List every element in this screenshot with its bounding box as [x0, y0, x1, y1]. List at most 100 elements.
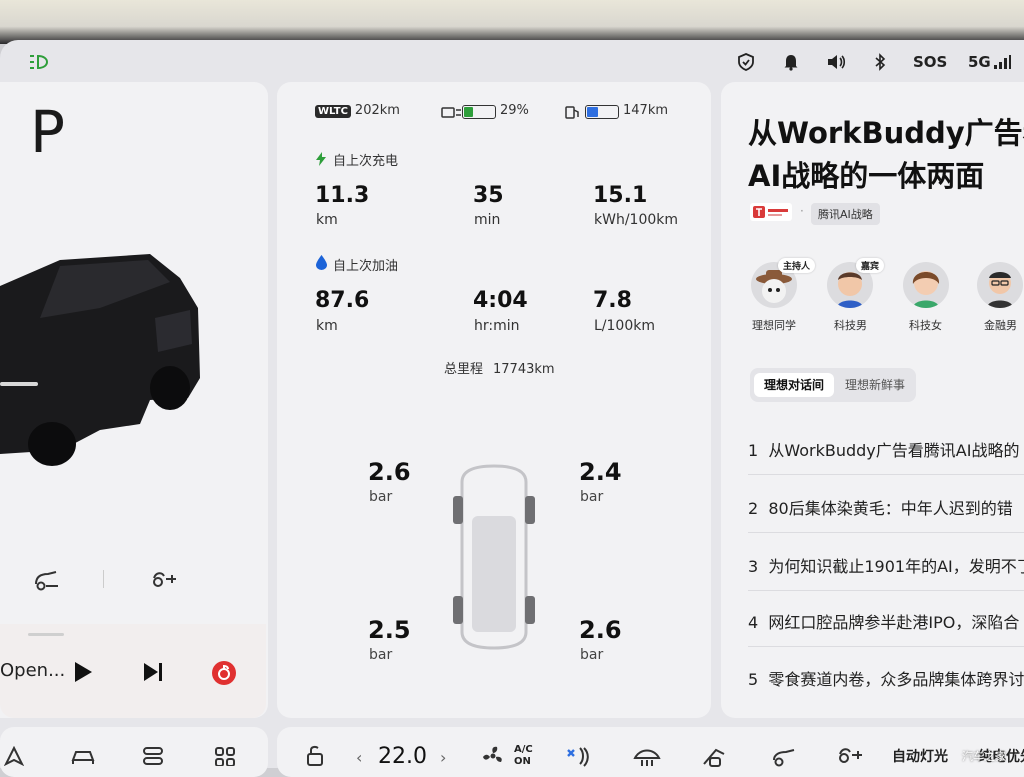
odometer-label: 总里程 — [444, 362, 484, 377]
avatar-finance-guy[interactable] — [977, 262, 1023, 308]
auto-lights-button[interactable]: 自动灯光 — [892, 746, 948, 766]
since-refuel-consumption: 7.8 — [593, 288, 632, 313]
notification-bell-icon[interactable] — [783, 50, 799, 74]
news-list-item[interactable]: 1 从WorkBuddy广告看腾讯AI战略的 — [748, 437, 1019, 461]
tire-pressure-front-left: 2.6 — [368, 458, 411, 486]
divider — [748, 532, 1024, 533]
since-charge-distance: 11.3 — [315, 183, 370, 208]
divider — [748, 474, 1024, 475]
since-charge-consumption-unit: kWh/100km — [594, 212, 679, 228]
news-list-item[interactable]: 2 80后集体染黄毛：中年人迟到的错 — [748, 495, 1013, 519]
dot-separator: · — [800, 204, 804, 218]
bluetooth-icon[interactable] — [874, 50, 886, 74]
since-refuel-consumption-unit: L/100km — [594, 318, 655, 334]
news-item-text: 80后集体染黄毛：中年人迟到的错 — [768, 499, 1013, 518]
netease-music-icon[interactable] — [211, 660, 237, 690]
news-item-number: 4 — [748, 613, 759, 632]
watermark: 汽车之家 — [962, 750, 1006, 763]
volume-icon[interactable] — [826, 50, 846, 74]
temperature-value: 22.0 — [378, 744, 427, 769]
since-refuel-time-unit: hr:min — [474, 318, 520, 334]
news-list-item[interactable]: 5 零食赛道内卷，众多品牌集体跨界讨 — [748, 666, 1024, 690]
battery-percent: 29% — [500, 103, 529, 118]
ac-state: ON — [514, 756, 531, 767]
participant-name: 金融男 — [984, 319, 1017, 332]
ac-label: A/C — [514, 744, 533, 755]
since-charge-label: 自上次充电 — [333, 154, 399, 169]
fuel-bar — [585, 105, 619, 119]
participant-name: 科技男 — [834, 319, 867, 332]
door-unlock-icon[interactable] — [305, 744, 325, 770]
security-shield-icon[interactable] — [738, 50, 754, 74]
divider — [748, 590, 1024, 591]
news-item-number: 3 — [748, 557, 759, 576]
odometer: 总里程 17743km — [444, 358, 555, 377]
since-charge-time: 35 — [473, 183, 504, 208]
temperature-increase-button[interactable]: › — [440, 748, 446, 767]
fuel-drop-icon — [316, 255, 327, 274]
since-refuel-distance: 87.6 — [315, 288, 370, 313]
battery-bar — [462, 105, 496, 119]
participant-tag-host: 主持人 — [778, 258, 816, 273]
news-list-item[interactable]: 4 网红口腔品牌参半赴港IPO，深陷合 — [748, 609, 1019, 633]
tab-fresh-news[interactable]: 理想新鲜事 — [835, 373, 915, 397]
fuel-pump-icon — [565, 106, 579, 119]
since-charge-distance-unit: km — [316, 212, 338, 228]
screen-bezel — [0, 0, 1024, 44]
tire-pressure-front-right: 2.4 — [579, 458, 622, 486]
news-item-text: 零食赛道内卷，众多品牌集体跨界讨 — [768, 670, 1024, 689]
news-item-number: 1 — [748, 441, 759, 460]
news-title-line1: 从WorkBuddy广告看 — [748, 116, 1024, 150]
odometer-value: 17743km — [493, 362, 555, 377]
avatar-tech-girl[interactable] — [903, 262, 949, 308]
network-indicator: 5G — [968, 50, 1011, 74]
tire-unit-rear-right: bar — [580, 647, 604, 663]
news-list-item[interactable]: 3 为何知识截止1901年的AI，发明不了 — [748, 553, 1024, 577]
next-track-button[interactable] — [141, 660, 165, 688]
battery-plug-icon — [441, 107, 461, 118]
trunk-icon[interactable] — [32, 566, 62, 596]
network-label: 5G — [968, 53, 991, 71]
play-button[interactable] — [72, 660, 94, 688]
divider — [748, 646, 1024, 647]
fuel-range: 147km — [623, 103, 669, 118]
since-refuel-label: 自上次加油 — [333, 259, 399, 274]
news-item-text: 网红口腔品牌参半赴港IPO，深陷合 — [768, 613, 1020, 632]
car-illustration — [0, 254, 200, 466]
participant-name: 科技女 — [909, 319, 942, 332]
navigation-icon[interactable] — [3, 745, 25, 770]
vehicle-control-icon[interactable] — [70, 746, 96, 770]
temperature-decrease-button[interactable]: ‹ — [356, 748, 362, 767]
news-source-logo — [750, 203, 792, 221]
tire-unit-front-left: bar — [369, 489, 393, 505]
wltc-range: WLTC 202km — [315, 103, 400, 118]
news-item-text: 为何知识截止1901年的AI，发明不了 — [768, 557, 1024, 576]
app-grid-icon[interactable] — [214, 746, 236, 770]
since-charge-consumption: 15.1 — [593, 183, 648, 208]
divider — [103, 570, 104, 588]
ac-toggle[interactable]: A/C ON — [514, 744, 533, 768]
sos-button[interactable]: SOS — [913, 50, 947, 74]
news-source-tag[interactable]: 腾讯AI战略 — [811, 203, 880, 225]
wltc-badge: WLTC — [315, 105, 351, 118]
since-charge-time-unit: min — [474, 212, 501, 228]
charge-port-icon[interactable] — [148, 566, 180, 596]
battery-level-fill — [464, 107, 473, 117]
tire-pressure-rear-left: 2.5 — [368, 616, 411, 644]
media-track-title: Open... — [0, 660, 66, 681]
since-refuel-time: 4:04 — [473, 288, 528, 313]
participant-name: 理想同学 — [752, 319, 796, 332]
news-item-number: 5 — [748, 670, 759, 689]
news-tab-bar: 理想对话间 理想新鲜事 — [750, 368, 916, 402]
since-refuel-distance-unit: km — [316, 318, 338, 334]
tab-dialogue[interactable]: 理想对话间 — [754, 373, 835, 397]
charge-bolt-icon — [316, 151, 326, 170]
headlight-indicator-icon — [28, 50, 56, 74]
media-drag-handle[interactable] — [28, 633, 64, 636]
participant-tag-guest: 嘉宾 — [856, 258, 885, 273]
news-item-text: 从WorkBuddy广告看腾讯AI战略的 — [768, 441, 1020, 460]
news-item-number: 2 — [748, 499, 759, 518]
settings-toggle-icon[interactable] — [142, 746, 164, 770]
fuel-level-fill — [587, 107, 598, 117]
news-title[interactable]: 从WorkBuddy广告看 AI战略的一体两面 — [748, 112, 1024, 198]
